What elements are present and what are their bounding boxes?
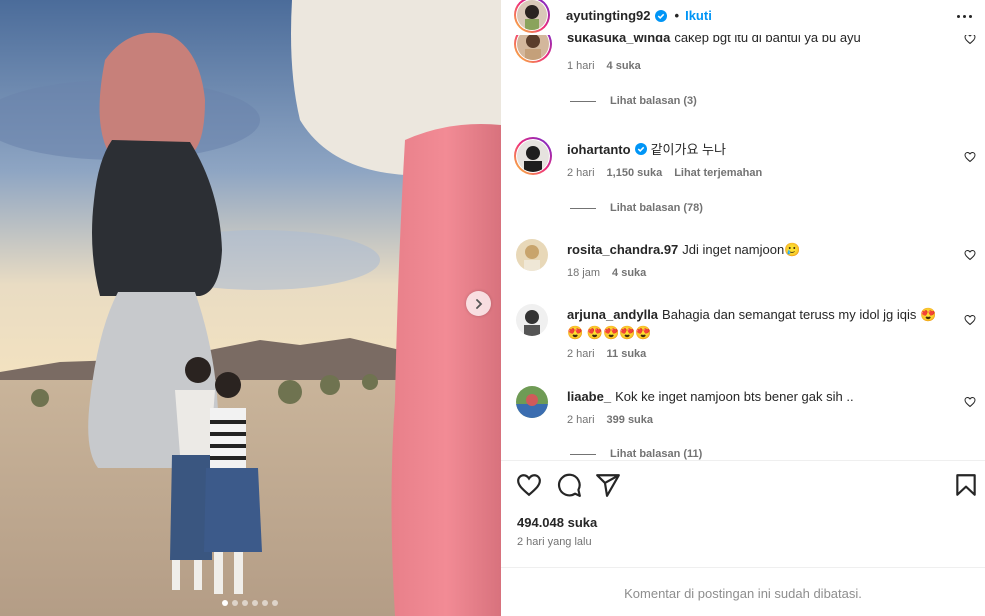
carousel-dot	[232, 600, 238, 606]
next-slide-button[interactable]	[466, 291, 491, 316]
comment-text: rosita_chandra.97 Jdi inget namjoon🥲	[567, 241, 947, 259]
commenter-avatar-wrap[interactable]	[516, 239, 548, 271]
bookmark-icon[interactable]	[953, 472, 979, 498]
more-options-icon[interactable]	[953, 6, 975, 26]
commenter-avatar	[516, 239, 548, 271]
author-avatar	[517, 0, 547, 30]
avatar-inner	[516, 139, 550, 173]
section-divider	[501, 460, 985, 461]
comment-time: 2 hari	[567, 414, 595, 426]
like-count[interactable]: 494.048 suka	[517, 515, 597, 530]
comment-likes[interactable]: 4 suka	[607, 60, 641, 72]
comment-icon[interactable]	[556, 472, 582, 498]
follow-button[interactable]: Ikuti	[685, 8, 712, 23]
comment-heart-icon[interactable]	[964, 314, 976, 326]
share-icon[interactable]	[595, 472, 621, 498]
view-replies-label: Lihat balasan (3)	[610, 95, 697, 107]
commenter-username[interactable]: sukasuka_winda	[567, 35, 670, 45]
comment-heart-icon[interactable]	[964, 35, 976, 45]
carousel-dot	[262, 600, 268, 606]
commenter-avatar	[517, 35, 549, 60]
post-photo	[0, 0, 501, 616]
author-username[interactable]: ayutingting92	[566, 8, 651, 23]
commenter-avatar-ring[interactable]	[514, 35, 552, 63]
comment-time: 18 jam	[567, 267, 601, 279]
action-bar	[501, 472, 985, 502]
post-side-panel: ayutingting92 • Ikuti sukasuka_winda cak…	[501, 0, 985, 616]
carousel-dot	[252, 600, 258, 606]
comment-heart-icon[interactable]	[964, 249, 976, 261]
view-replies-button[interactable]: Lihat balasan (3)	[570, 95, 697, 107]
avatar-inner	[516, 0, 548, 31]
comment-meta: 2 hari 1,150 suka Lihat terjemahan	[567, 167, 762, 179]
commenter-avatar	[516, 386, 548, 418]
section-divider	[501, 567, 985, 568]
replies-line	[570, 207, 596, 209]
commenter-avatar-wrap[interactable]	[516, 386, 548, 418]
comment-meta: 18 jam 4 suka	[567, 267, 646, 279]
comment-text: arjuna_andylla Bahagia dan semangat terus…	[567, 306, 947, 342]
separator-dot: •	[674, 8, 680, 23]
carousel-indicator	[222, 600, 278, 606]
comment-likes[interactable]: 4 suka	[612, 267, 646, 279]
commenter-username[interactable]: liaabe_	[567, 389, 611, 404]
comment-content: cakep bgt itu di bantul ya bu ayu	[674, 35, 861, 45]
comment-likes[interactable]: 11 suka	[607, 348, 647, 360]
post-date: 2 hari yang lalu	[517, 536, 592, 548]
commenter-avatar	[516, 304, 548, 336]
avatar-inner	[516, 35, 550, 61]
view-replies-label: Lihat balasan (78)	[610, 202, 703, 214]
comment-text: liaabe_ Kok ke inget namjoon bts bener ga…	[567, 388, 947, 406]
comment-likes[interactable]: 399 suka	[607, 414, 653, 426]
commenter-username[interactable]: iohartanto	[567, 142, 631, 157]
commenter-avatar-wrap[interactable]	[516, 304, 548, 336]
comment-time: 2 hari	[567, 167, 595, 179]
comment-likes[interactable]: 1,150 suka	[607, 167, 663, 179]
view-replies-button[interactable]: Lihat balasan (78)	[570, 202, 703, 214]
comment-content: 같이가요 누나	[650, 142, 726, 157]
view-replies-label: Lihat balasan (11)	[610, 448, 703, 460]
comment-text: sukasuka_winda cakep bgt itu di bantul ya…	[567, 35, 947, 47]
commenter-username[interactable]: rosita_chandra.97	[567, 242, 678, 257]
comments-list[interactable]: sukasuka_winda cakep bgt itu di bantul ya…	[501, 35, 985, 460]
post-image	[0, 0, 501, 616]
comment-meta: 2 hari 11 suka	[567, 348, 646, 360]
comment-meta: 1 hari 4 suka	[567, 60, 641, 72]
post-author: ayutingting92 • Ikuti	[566, 8, 712, 23]
comment-time: 1 hari	[567, 60, 595, 72]
commenter-avatar-ring[interactable]	[514, 137, 552, 175]
comment-meta: 2 hari 399 suka	[567, 414, 653, 426]
carousel-dot	[242, 600, 248, 606]
verified-badge-icon	[654, 9, 667, 22]
comment-heart-icon[interactable]	[964, 151, 976, 163]
chevron-right-icon	[475, 298, 482, 309]
verified-badge-icon	[634, 143, 647, 155]
comments-limited-notice: Komentar di postingan ini sudah dibatasi…	[624, 586, 862, 601]
author-avatar-ring[interactable]	[514, 0, 550, 33]
heart-icon[interactable]	[516, 472, 542, 498]
comment-time: 2 hari	[567, 348, 595, 360]
comment-heart-icon[interactable]	[964, 396, 976, 408]
replies-line	[570, 453, 596, 455]
see-translation-button[interactable]: Lihat terjemahan	[674, 167, 762, 179]
more-dot	[968, 14, 972, 18]
carousel-dot	[222, 600, 228, 606]
more-dot	[956, 14, 960, 18]
commenter-avatar	[517, 140, 549, 172]
carousel-dot	[272, 600, 278, 606]
view-replies-button[interactable]: Lihat balasan (11)	[570, 448, 702, 460]
commenter-username[interactable]: arjuna_andylla	[567, 307, 658, 322]
comment-content: Kok ke inget namjoon bts bener gak sih .…	[615, 389, 854, 404]
post-header: ayutingting92 • Ikuti	[501, 0, 985, 35]
comment-text: iohartanto 같이가요 누나	[567, 141, 947, 159]
replies-line	[570, 100, 596, 102]
more-dot	[962, 14, 966, 18]
comment-content: Jdi inget namjoon🥲	[682, 242, 801, 257]
